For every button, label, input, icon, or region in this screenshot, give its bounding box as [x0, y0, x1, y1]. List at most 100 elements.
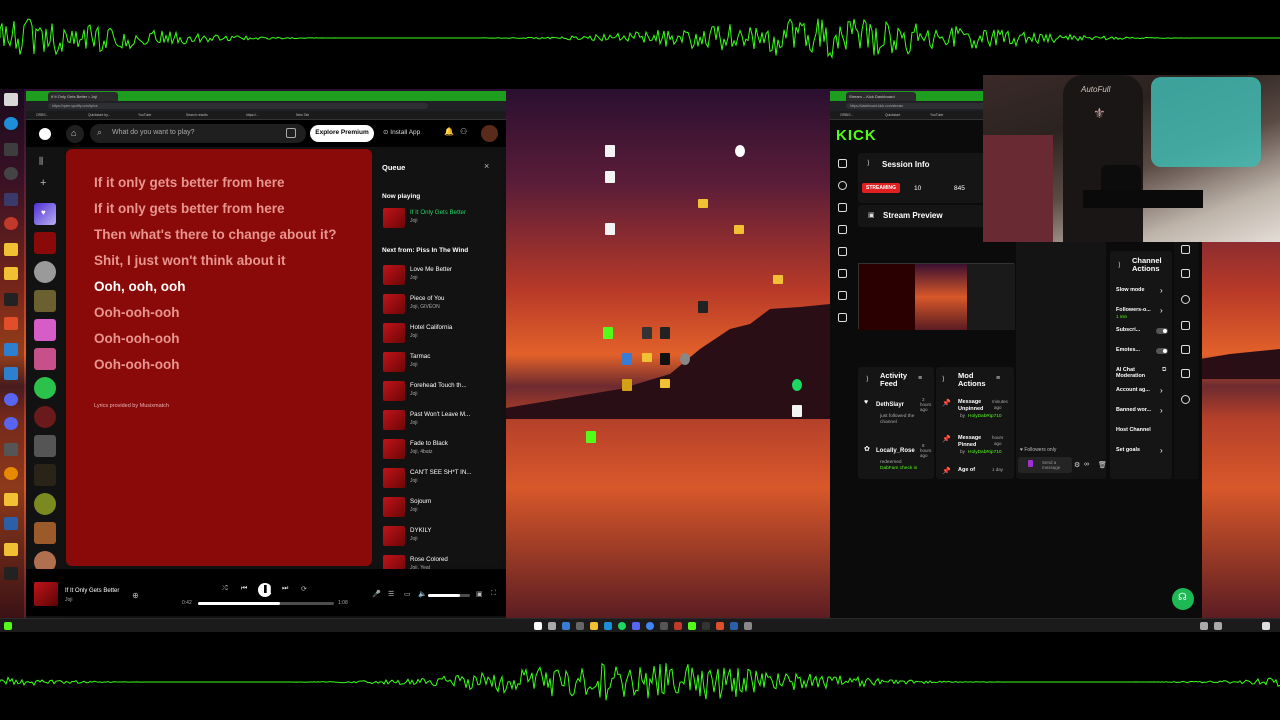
- tray-icon[interactable]: [1200, 622, 1208, 630]
- clock-icon[interactable]: [1262, 622, 1270, 630]
- wrench-icon[interactable]: [1181, 369, 1190, 378]
- app-icon[interactable]: [562, 622, 570, 630]
- channel-action-item[interactable]: Host Channel: [1116, 425, 1170, 441]
- queue-item[interactable]: DYKILY Joji: [383, 524, 501, 550]
- activity-user[interactable]: Locally_Rose: [876, 448, 915, 454]
- app-icon[interactable]: [688, 622, 696, 630]
- close-icon[interactable]: ×: [484, 161, 489, 171]
- channel-action-item[interactable]: Followers-o... 1 min ›: [1116, 305, 1170, 321]
- mod-action-user[interactable]: HolyDabRip710: [968, 414, 1002, 419]
- playlist-tile[interactable]: [34, 290, 56, 312]
- lyric-line[interactable]: If it only gets better from here: [94, 201, 285, 216]
- wrench-icon[interactable]: [838, 269, 847, 278]
- desktop-app-icon[interactable]: [792, 379, 802, 391]
- desktop-app-icon[interactable]: [622, 353, 632, 365]
- collapse-icon[interactable]: ⟩: [867, 159, 870, 167]
- player-track-name[interactable]: If It Only Gets Better: [65, 588, 119, 594]
- filter-icon[interactable]: ≡: [918, 375, 922, 382]
- share-icon[interactable]: [1181, 395, 1190, 404]
- app-icon[interactable]: [4, 167, 18, 180]
- progress-bar[interactable]: [198, 602, 334, 605]
- pause-button[interactable]: ❚❚: [258, 583, 275, 597]
- spotify-logo-icon[interactable]: [39, 128, 51, 140]
- install-app-button[interactable]: ⊙ Install App: [383, 128, 420, 136]
- playlist-tile[interactable]: [34, 522, 56, 544]
- desktop-file-icon[interactable]: [605, 223, 615, 235]
- app-icon[interactable]: [4, 317, 18, 330]
- search-icon[interactable]: [548, 622, 556, 630]
- app-icon[interactable]: [674, 622, 682, 630]
- playlist-tile[interactable]: [34, 464, 56, 486]
- layout-icon[interactable]: [838, 247, 847, 256]
- folder-icon[interactable]: [4, 267, 18, 280]
- browser-tab[interactable]: Stream – Kick Dashboard: [846, 92, 916, 101]
- browse-icon[interactable]: [286, 128, 296, 138]
- app-icon[interactable]: [576, 622, 584, 630]
- folder-icon[interactable]: [4, 243, 18, 256]
- app-icon[interactable]: [4, 567, 18, 580]
- activity-user[interactable]: DethSlayr: [876, 402, 904, 408]
- app-icon[interactable]: [730, 622, 738, 630]
- miniplayer-icon[interactable]: ▣: [476, 590, 483, 598]
- stream-preview-video[interactable]: [858, 263, 1015, 330]
- chrome-icon[interactable]: [646, 622, 654, 630]
- playlist-tile[interactable]: [34, 319, 56, 341]
- lyric-line[interactable]: Shit, I just won't think about it: [94, 253, 285, 268]
- channel-action-item[interactable]: Emotes...: [1116, 345, 1170, 361]
- collapse-icon[interactable]: ⟩: [1118, 261, 1121, 269]
- url-field[interactable]: https://dashboard.kick.com/stream: [846, 103, 986, 109]
- url-field[interactable]: https://open.spotify.com/lyrics: [48, 103, 428, 109]
- app-icon[interactable]: [702, 622, 710, 630]
- toggle-switch[interactable]: [1156, 348, 1168, 354]
- channel-action-item[interactable]: Subscri...: [1116, 325, 1170, 341]
- player-artist[interactable]: Joji: [65, 597, 73, 603]
- link-icon[interactable]: [838, 181, 847, 190]
- app-icon[interactable]: [4, 443, 18, 456]
- desktop-file-icon[interactable]: [605, 145, 615, 157]
- users-icon[interactable]: [838, 291, 847, 300]
- app-icon[interactable]: [4, 193, 18, 206]
- search-bar[interactable]: ⌕ What do you want to play?: [90, 124, 306, 143]
- app-icon[interactable]: [4, 343, 18, 356]
- volume-icon[interactable]: 🔈: [418, 590, 427, 598]
- channel-action-item[interactable]: Banned wor... ›: [1116, 405, 1170, 421]
- app-icon[interactable]: [4, 143, 18, 156]
- desktop-app-icon[interactable]: [660, 353, 670, 365]
- avatar[interactable]: [481, 125, 498, 142]
- desktop-app-icon[interactable]: [642, 327, 652, 339]
- desktop-app-icon[interactable]: [603, 327, 613, 339]
- friends-icon[interactable]: ⚇: [460, 127, 467, 136]
- liked-songs-tile[interactable]: ♥: [34, 203, 56, 225]
- folder-icon[interactable]: [4, 543, 18, 556]
- discord-icon[interactable]: [4, 393, 18, 406]
- channel-action-item[interactable]: Slow mode ›: [1116, 285, 1170, 301]
- explore-premium-button[interactable]: Explore Premium: [310, 125, 374, 142]
- app-icon[interactable]: [4, 517, 18, 530]
- folder-icon[interactable]: [4, 493, 18, 506]
- queue-item[interactable]: Forehead Touch th... Joji: [383, 379, 501, 405]
- app-icon[interactable]: [660, 622, 668, 630]
- mod-action-user[interactable]: HolyDabRip710: [968, 450, 1002, 455]
- collapse-icon[interactable]: ⟩: [866, 375, 869, 383]
- app-icon[interactable]: [4, 293, 18, 306]
- now-playing-art[interactable]: [34, 582, 58, 606]
- queue-item[interactable]: Love Me Better Joji: [383, 263, 501, 289]
- artist-tile[interactable]: [34, 493, 56, 515]
- chat-bubble-icon[interactable]: [1181, 295, 1190, 304]
- playlist-tile[interactable]: [34, 435, 56, 457]
- desktop-folder-icon[interactable]: [773, 275, 783, 284]
- channel-action-item[interactable]: AI Chat Moderation ⧉: [1116, 365, 1170, 381]
- mod-action-item[interactable]: 📌 Message Pinned hours ago by HolyDabRip710: [940, 433, 1012, 463]
- volume-slider[interactable]: [428, 594, 470, 597]
- app-icon[interactable]: [744, 622, 752, 630]
- artist-tile[interactable]: [34, 406, 56, 428]
- desktop-app-icon[interactable]: [660, 327, 670, 339]
- app-icon[interactable]: [716, 622, 724, 630]
- lyric-line[interactable]: Ooh-ooh-ooh: [94, 331, 179, 346]
- analytics-icon[interactable]: [838, 203, 847, 212]
- playlist-tile[interactable]: [34, 348, 56, 370]
- search-input[interactable]: What do you want to play?: [112, 129, 195, 136]
- mod-action-item[interactable]: 📌 Age of 1 day: [940, 465, 1012, 495]
- desktop-folder-icon[interactable]: [698, 199, 708, 208]
- artist-tile[interactable]: [34, 261, 56, 283]
